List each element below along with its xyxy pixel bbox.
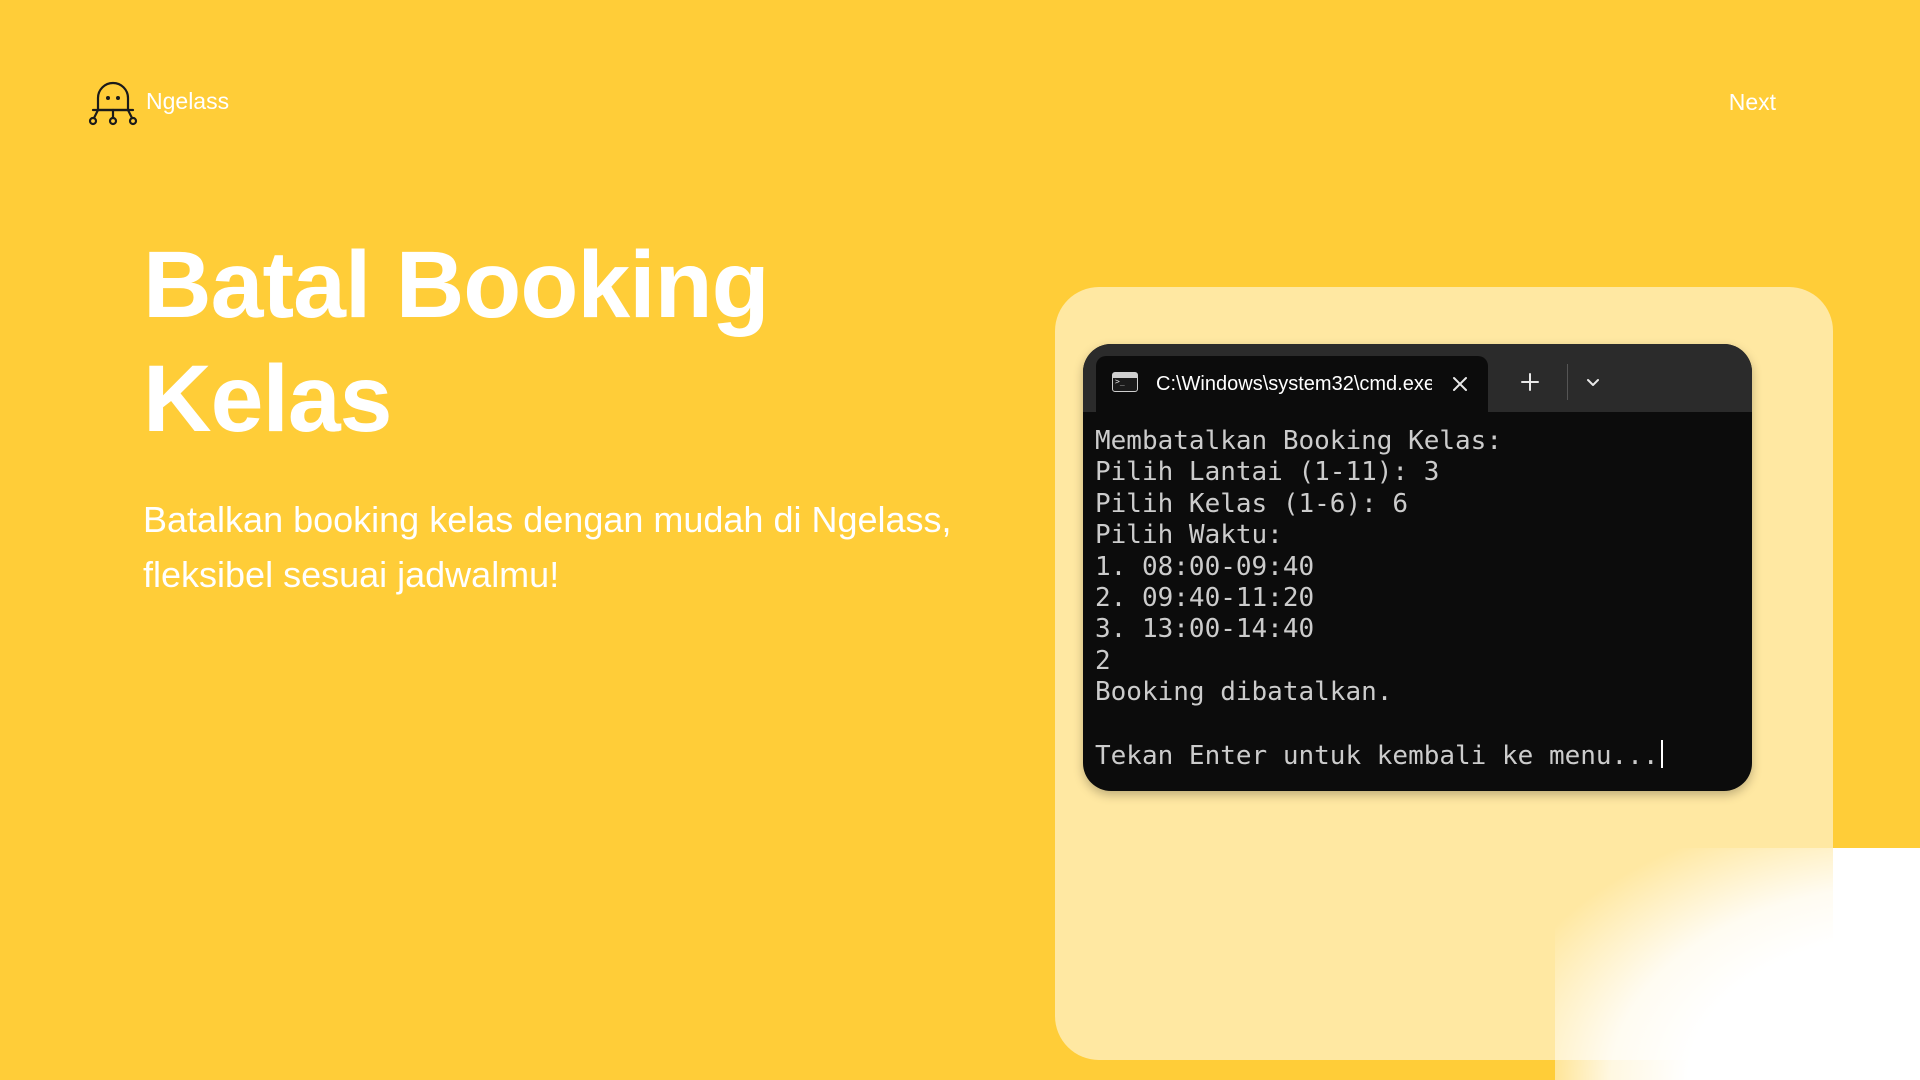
page-subtitle: Batalkan booking kelas dengan mudah di N… [143,492,1003,602]
command-prompt-icon [1112,372,1138,392]
terminal-line: Membatalkan Booking Kelas: [1095,426,1502,456]
subtitle-line: fleksibel sesuai jadwalmu! [143,554,560,595]
robot-logo-icon [88,81,138,126]
terminal-line: 2 [1095,645,1111,676]
text-cursor [1660,740,1663,769]
terminal-tab[interactable]: C:\Windows\system32\cmd.exe [1096,356,1488,412]
tab-separator [1567,364,1568,400]
terminal-line: 1. 08:00-09:40 [1095,551,1315,582]
terminal-line: 3. 13:00-14:40 [1095,614,1315,645]
terminal-prompt-text: Tekan Enter untuk kembali ke menu... [1095,741,1659,772]
terminal-line: Pilih Waktu: [1095,520,1283,551]
brand-name: Ngelass [146,87,230,114]
terminal-titlebar: C:\Windows\system32\cmd.exe [1083,344,1752,412]
subtitle-line: Batalkan booking kelas dengan mudah di N… [143,499,952,540]
corner-decoration-solid [1833,848,1920,1080]
terminal-line: Booking dibatalkan. [1095,677,1393,708]
terminal-line: Pilih Lantai (1-11): 3 [1095,457,1440,488]
tab-title: C:\Windows\system32\cmd.exe [1156,373,1432,395]
plus-icon[interactable] [1518,370,1542,394]
terminal-window: C:\Windows\system32\cmd.exe Membatalkan … [1083,344,1752,791]
close-icon[interactable] [1448,372,1472,396]
brand-header: Ngelass [88,76,229,126]
terminal-line: Pilih Kelas (1-6): 6 [1095,488,1409,519]
title-line: Batal Booking [143,232,770,338]
terminal-prompt-line: Tekan Enter untuk kembali ke menu... [1095,740,1740,772]
chevron-down-icon[interactable] [1583,372,1603,392]
terminal-output[interactable]: Membatalkan Booking Kelas: Pilih Lantai … [1083,412,1752,772]
next-link[interactable]: Next [1729,89,1776,116]
title-line: Kelas [143,346,393,452]
terminal-line: 2. 09:40-11:20 [1095,583,1315,614]
page-title: Batal Booking Kelas [143,228,770,456]
